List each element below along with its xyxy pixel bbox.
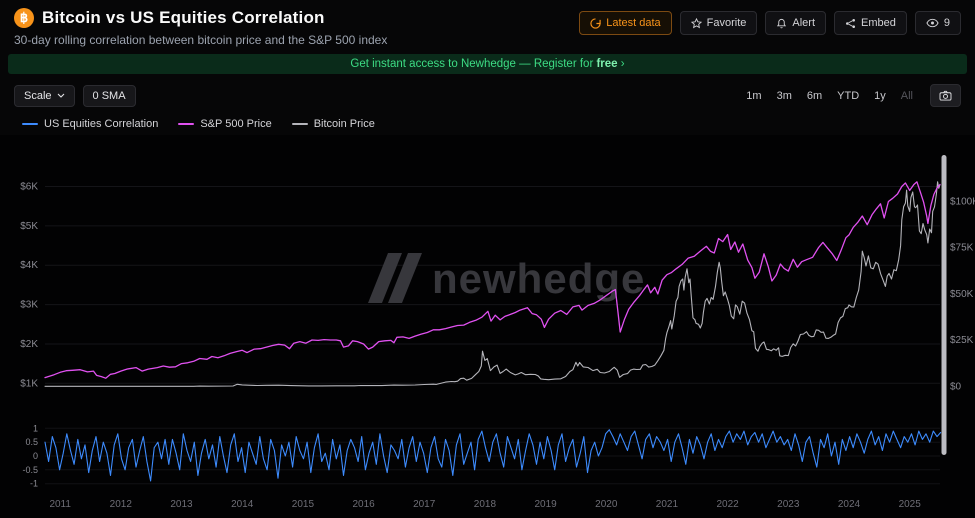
svg-text:$100K: $100K — [950, 196, 975, 207]
favorite-button[interactable]: Favorite — [680, 11, 758, 35]
bell-icon — [776, 18, 787, 29]
legend-item-bitcoin[interactable]: Bitcoin Price — [292, 118, 375, 130]
range-all-button[interactable]: All — [895, 87, 919, 105]
svg-text:2021: 2021 — [656, 499, 679, 510]
svg-text:2022: 2022 — [716, 499, 739, 510]
bitcoin-swatch — [292, 123, 308, 125]
chart-scrollbar[interactable] — [942, 155, 947, 455]
correlation-axis-labels: 1 0.5 0 -0.5 -1 — [22, 423, 38, 488]
svg-text:2019: 2019 — [534, 499, 557, 510]
svg-text:2016: 2016 — [352, 499, 375, 510]
svg-text:1: 1 — [33, 423, 38, 433]
svg-text:0: 0 — [33, 451, 38, 461]
newhedge-watermark: newhedge — [368, 253, 645, 303]
correlation-line[interactable] — [45, 430, 941, 481]
chart-legend: US Equities Correlation S&P 500 Price Bi… — [0, 111, 975, 133]
svg-text:$75K: $75K — [950, 243, 974, 254]
x-axis-labels: 2011 2012 2013 2014 2015 2016 2017 2018 2019 2020… — [49, 499, 921, 510]
svg-text:2011: 2011 — [49, 499, 71, 510]
header: ฿ Bitcoin vs US Equities Correlation 30-… — [0, 0, 975, 47]
range-3m-button[interactable]: 3m — [771, 87, 798, 105]
header-buttons: Latest data Favorite Alert Embed 9 — [579, 8, 961, 35]
latest-data-button[interactable]: Latest data — [579, 11, 671, 35]
svg-text:$5K: $5K — [20, 221, 38, 232]
svg-text:0.5: 0.5 — [25, 437, 38, 447]
svg-text:2024: 2024 — [838, 499, 861, 510]
svg-text:2015: 2015 — [292, 499, 315, 510]
legend-item-correlation[interactable]: US Equities Correlation — [22, 118, 158, 130]
legend-correlation-label: US Equities Correlation — [44, 118, 158, 130]
svg-text:$0: $0 — [950, 381, 962, 392]
star-icon — [691, 18, 702, 29]
svg-text:2017: 2017 — [413, 499, 436, 510]
scale-button[interactable]: Scale — [14, 85, 75, 107]
right-axis-labels: $100K $75K $50K $25K $0 — [950, 196, 975, 392]
range-1m-button[interactable]: 1m — [740, 87, 767, 105]
latest-data-label: Latest data — [606, 17, 660, 29]
banner-free-text: free — [596, 58, 617, 70]
screenshot-button[interactable] — [930, 84, 961, 107]
svg-text:$3K: $3K — [20, 300, 38, 311]
embed-label: Embed — [861, 17, 896, 29]
svg-text:$6K: $6K — [20, 181, 38, 192]
svg-text:2014: 2014 — [231, 499, 254, 510]
sp500-swatch — [178, 123, 194, 125]
svg-text:$1K: $1K — [20, 378, 38, 389]
chart-area[interactable]: newhedge$6K$5K$4K$3K$2K$1K$100K$75K$50K$… — [0, 135, 975, 518]
range-6m-button[interactable]: 6m — [801, 87, 828, 105]
chart-svg[interactable]: newhedge$6K$5K$4K$3K$2K$1K$100K$75K$50K$… — [0, 135, 975, 518]
page-subtitle: 30-day rolling correlation between bitco… — [14, 33, 387, 47]
svg-text:$2K: $2K — [20, 339, 38, 350]
alert-label: Alert — [792, 17, 815, 29]
sma-label: 0 SMA — [93, 90, 126, 102]
alert-button[interactable]: Alert — [765, 11, 826, 35]
correlation-swatch — [22, 123, 38, 125]
favorite-label: Favorite — [707, 17, 747, 29]
chevron-down-icon — [57, 93, 65, 98]
svg-text:2020: 2020 — [595, 499, 618, 510]
svg-text:$25K: $25K — [950, 335, 974, 346]
svg-text:2018: 2018 — [474, 499, 497, 510]
svg-text:$4K: $4K — [20, 260, 38, 271]
svg-text:2013: 2013 — [170, 499, 193, 510]
range-ytd-button[interactable]: YTD — [831, 87, 865, 105]
eye-icon — [926, 18, 939, 28]
svg-text:-0.5: -0.5 — [22, 465, 38, 475]
views-button[interactable]: 9 — [915, 11, 961, 35]
sma-button[interactable]: 0 SMA — [83, 85, 136, 107]
svg-text:newhedge: newhedge — [432, 255, 645, 302]
banner-text: Get instant access to Newhedge — Registe… — [350, 58, 596, 70]
toolbar: Scale 0 SMA 1m 3m 6m YTD 1y All — [0, 78, 975, 111]
embed-button[interactable]: Embed — [834, 11, 907, 35]
svg-text:$50K: $50K — [950, 289, 974, 300]
register-banner[interactable]: Get instant access to Newhedge — Registe… — [8, 54, 967, 74]
page-title: Bitcoin vs US Equities Correlation — [42, 8, 325, 28]
gridlines — [45, 187, 940, 484]
svg-text:2012: 2012 — [110, 499, 133, 510]
legend-bitcoin-label: Bitcoin Price — [314, 118, 375, 130]
svg-text:2025: 2025 — [899, 499, 922, 510]
bitcoin-icon: ฿ — [14, 8, 34, 28]
svg-text:-1: -1 — [30, 479, 38, 489]
legend-item-sp500[interactable]: S&P 500 Price — [178, 118, 271, 130]
camera-icon — [939, 90, 952, 101]
views-count: 9 — [944, 17, 950, 29]
banner-chevron: › — [618, 58, 625, 70]
refresh-icon — [590, 18, 601, 29]
range-1y-button[interactable]: 1y — [868, 87, 892, 105]
left-axis-labels: $6K $5K $4K $3K $2K $1K — [20, 181, 38, 389]
share-icon — [845, 18, 856, 29]
legend-sp500-label: S&P 500 Price — [200, 118, 271, 130]
svg-text:2023: 2023 — [777, 499, 800, 510]
title-block: ฿ Bitcoin vs US Equities Correlation 30-… — [14, 8, 387, 47]
scale-label: Scale — [24, 90, 52, 102]
